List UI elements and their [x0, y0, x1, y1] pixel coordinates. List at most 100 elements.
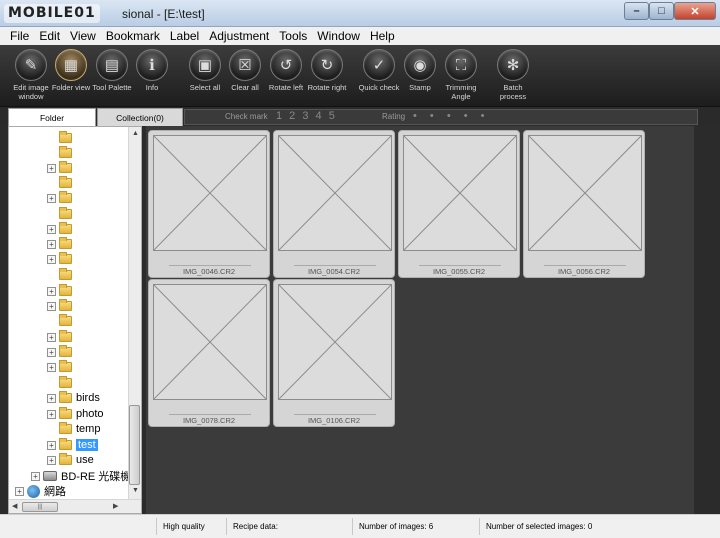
expand-icon[interactable]: + [15, 486, 24, 496]
tree-item-photo[interactable]: + photo [47, 407, 104, 421]
tree-item[interactable]: + [47, 299, 76, 313]
tree-item[interactable]: + [47, 360, 76, 374]
scroll-thumb[interactable] [129, 405, 140, 485]
tree-vertical-scrollbar[interactable]: ▲ ▼ [128, 127, 141, 499]
tree-item[interactable] [47, 176, 76, 190]
quick-check-icon: ✓ [363, 49, 395, 81]
scroll-left-icon[interactable]: ◀ [12, 502, 17, 510]
network-icon [27, 484, 40, 498]
tree-item-test[interactable]: + test [47, 438, 98, 452]
rotate-left-button[interactable]: ↺ Rotate left [263, 49, 309, 92]
thumbnail[interactable]: IMG_0056.CR2 [523, 130, 645, 278]
tree-item[interactable] [47, 207, 76, 221]
scroll-down-icon[interactable]: ▼ [132, 487, 139, 494]
expand-icon[interactable]: + [47, 347, 56, 357]
folder-icon [59, 284, 72, 296]
tree-horizontal-scrollbar[interactable]: ◀ ||| ▶ [9, 499, 141, 513]
tab-row: Folder Collection(0) Check mark 1 2 3 4 … [0, 107, 720, 126]
thumbnail-filename: IMG_0055.CR2 [432, 267, 486, 276]
rotate-right-button[interactable]: ↻ Rotate right [304, 49, 350, 92]
folder-icon [59, 422, 72, 434]
tree-item[interactable]: + [47, 161, 76, 175]
batch-process-button[interactable]: ✻ Batch process [490, 49, 536, 101]
thumbnail[interactable]: IMG_0046.CR2 [148, 130, 270, 278]
maximize-button[interactable]: □ [649, 2, 674, 20]
thumbnail-filename: IMG_0078.CR2 [182, 416, 236, 425]
tree-item-drive[interactable]: + BD-RE 光碟機 [31, 469, 131, 483]
expand-icon[interactable]: + [47, 193, 56, 203]
menu-edit[interactable]: Edit [39, 29, 60, 43]
select-all-icon: ▣ [189, 49, 221, 81]
tree-item[interactable]: + [47, 252, 76, 266]
expand-icon[interactable]: + [47, 362, 56, 372]
expand-icon[interactable]: + [47, 409, 56, 419]
divider [169, 265, 251, 266]
expand-icon[interactable]: + [47, 163, 56, 173]
folder-view-icon: ▦ [55, 49, 87, 81]
window-title: sional - [E:\test] [122, 7, 205, 21]
tree-item[interactable]: + [47, 284, 76, 298]
info-button[interactable]: ℹ Info [129, 49, 175, 92]
thumbnail[interactable]: IMG_0078.CR2 [148, 279, 270, 427]
folder-view-button[interactable]: ▦ Folder view [48, 49, 94, 92]
rotate-right-icon: ↻ [311, 49, 343, 81]
thumbnail-filename: IMG_0054.CR2 [307, 267, 361, 276]
tree-item[interactable] [47, 376, 76, 390]
thumbnail[interactable]: IMG_0055.CR2 [398, 130, 520, 278]
expand-icon[interactable]: + [47, 224, 56, 234]
tree-item-network[interactable]: + 網路 [15, 484, 66, 498]
expand-icon[interactable]: + [47, 440, 56, 450]
expand-icon[interactable]: + [47, 393, 56, 403]
expand-icon[interactable]: + [47, 455, 56, 465]
menu-view[interactable]: View [70, 29, 96, 43]
tree-item[interactable]: + [47, 237, 76, 251]
menu-label[interactable]: Label [170, 29, 199, 43]
tree-item-birds[interactable]: + birds [47, 391, 100, 405]
expand-icon[interactable]: + [47, 239, 56, 249]
rating-filter[interactable]: • • • • • [413, 110, 489, 122]
menu-file[interactable]: File [10, 29, 29, 43]
tree-item[interactable] [47, 131, 76, 145]
menu-window[interactable]: Window [317, 29, 360, 43]
tree-item[interactable]: + [47, 191, 76, 205]
expand-icon[interactable]: + [47, 332, 56, 342]
tree-item[interactable] [47, 146, 76, 160]
menu-tools[interactable]: Tools [279, 29, 307, 43]
expand-icon[interactable]: + [31, 471, 40, 481]
scroll-up-icon[interactable]: ▲ [132, 130, 139, 137]
menu-bar: File Edit View Bookmark Label Adjustment… [0, 27, 720, 45]
tab-collection[interactable]: Collection(0) [97, 108, 183, 126]
thumbnail[interactable]: IMG_0054.CR2 [273, 130, 395, 278]
quick-check-button[interactable]: ✓ Quick check [356, 49, 402, 92]
tree-item-temp[interactable]: temp [47, 422, 100, 436]
minimize-button[interactable]: – [624, 2, 649, 20]
tree-label-selected: test [76, 439, 98, 451]
clear-all-button[interactable]: ☒ Clear all [222, 49, 268, 92]
menu-help[interactable]: Help [370, 29, 395, 43]
menu-adjustment[interactable]: Adjustment [209, 29, 269, 43]
tree-item[interactable] [47, 268, 76, 282]
close-button[interactable]: ✕ [674, 2, 716, 20]
tree-item[interactable]: + [47, 330, 76, 344]
menu-bookmark[interactable]: Bookmark [106, 29, 160, 43]
tree-item-use[interactable]: + use [47, 453, 94, 467]
tree-item[interactable] [47, 314, 76, 328]
placeholder-image-icon [153, 284, 267, 400]
check-mark-filter[interactable]: 1 2 3 4 5 [276, 110, 337, 122]
tree-item[interactable]: + [47, 222, 76, 236]
status-quality: High quality [163, 522, 205, 531]
trimming-angle-button[interactable]: ⛶ Trimming Angle [438, 49, 484, 101]
scroll-thumb[interactable]: ||| [22, 502, 58, 512]
tool-label: Rotate right [307, 83, 347, 92]
divider [419, 265, 501, 266]
expand-icon[interactable]: + [47, 254, 56, 264]
scroll-right-icon[interactable]: ▶ [113, 502, 118, 510]
expand-icon[interactable]: + [47, 301, 56, 311]
thumbnail[interactable]: IMG_0106.CR2 [273, 279, 395, 427]
tree-item[interactable]: + [47, 345, 76, 359]
tab-folder[interactable]: Folder [8, 108, 96, 126]
placeholder-image-icon [153, 135, 267, 251]
stamp-button[interactable]: ◉ Stamp [397, 49, 443, 92]
tool-label: Rotate left [268, 83, 304, 92]
expand-icon[interactable]: + [47, 286, 56, 296]
